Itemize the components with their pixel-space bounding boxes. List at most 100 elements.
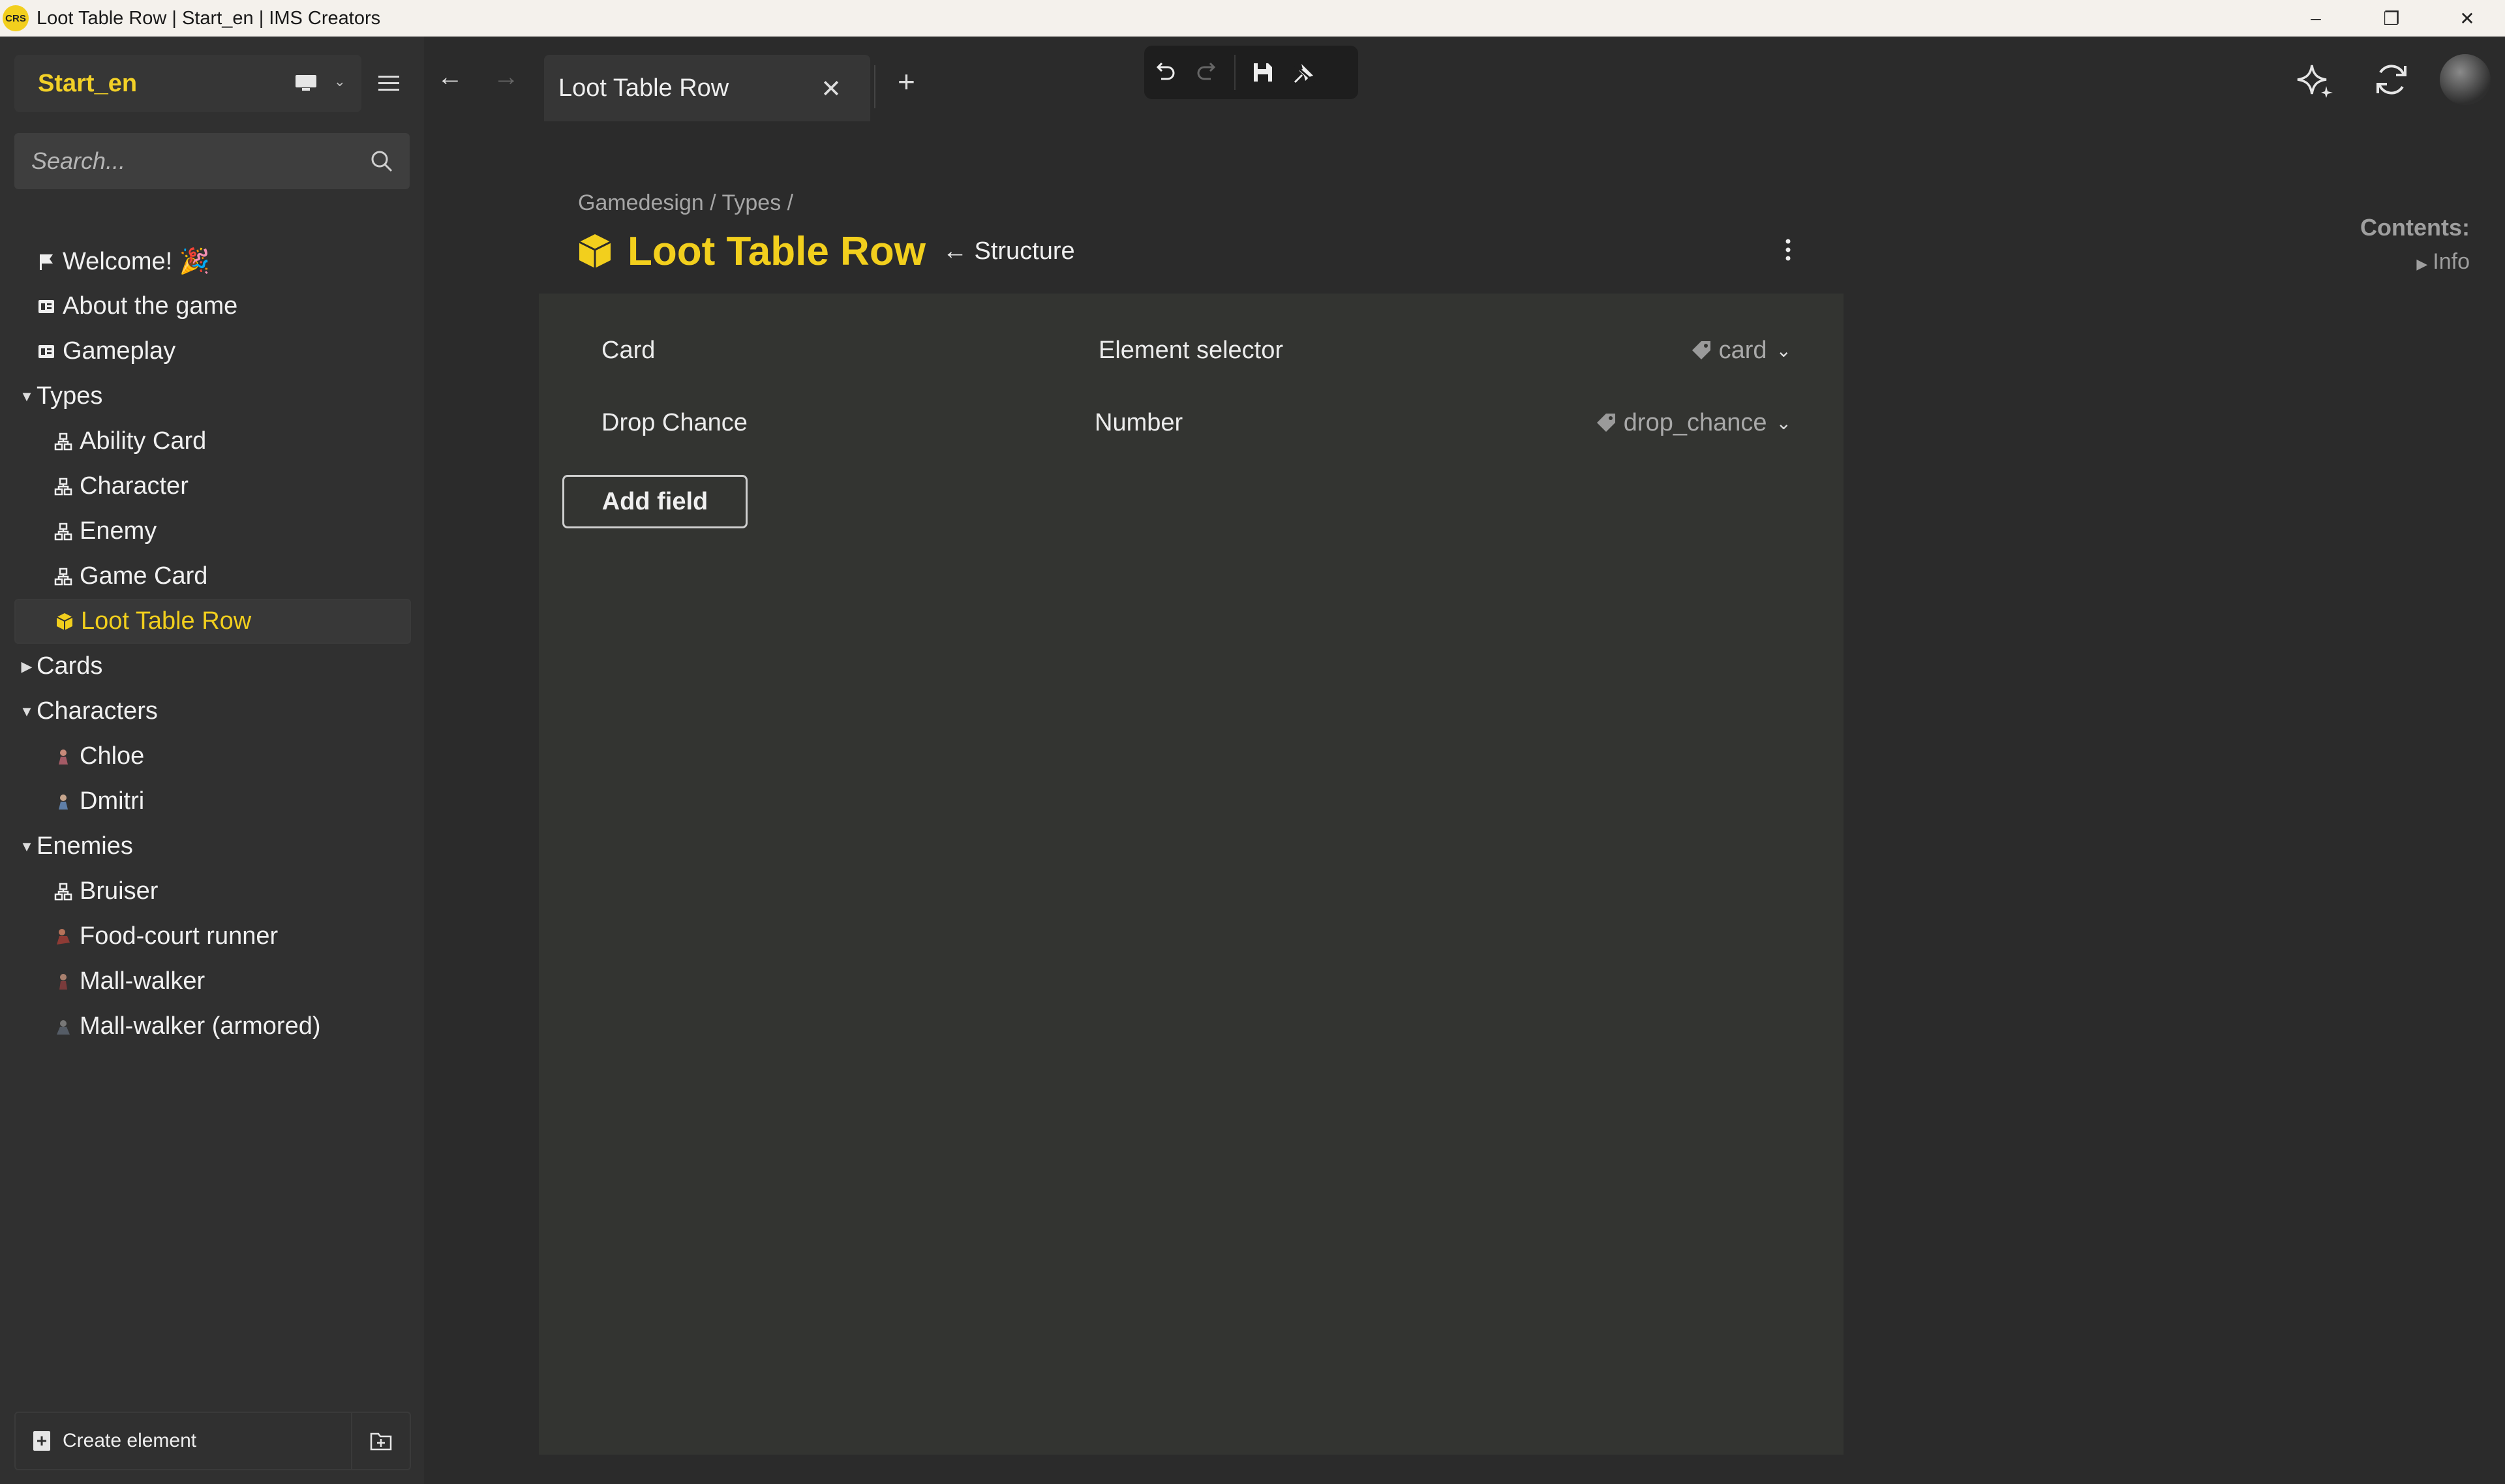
- monitor-icon[interactable]: [295, 74, 317, 91]
- restore-button[interactable]: ❐: [2354, 0, 2429, 37]
- pin-button[interactable]: [1284, 46, 1326, 99]
- close-tab-icon[interactable]: ✕: [821, 74, 842, 104]
- tree-item-dmitri[interactable]: Dmitri: [14, 779, 411, 824]
- back-arrow-icon[interactable]: ←: [437, 63, 463, 92]
- flag-icon: [40, 254, 53, 270]
- add-folder-icon: [370, 1432, 392, 1451]
- contents-outline: Contents: ▶ Info: [2360, 214, 2470, 275]
- close-window-button[interactable]: ✕: [2429, 0, 2505, 37]
- tree-item-ability-card[interactable]: Ability Card: [14, 419, 411, 464]
- tree-item-gameplay[interactable]: Gameplay: [14, 329, 411, 374]
- contents-item-label: Info: [2433, 249, 2470, 274]
- pin-off-icon: [1294, 64, 1315, 83]
- sparkle-icon: [2297, 65, 2333, 98]
- chevron-down-icon[interactable]: ⌄: [334, 73, 346, 90]
- tree-item-label: Types: [37, 382, 103, 410]
- user-menu-button[interactable]: [2429, 52, 2505, 107]
- hamburger-menu-icon[interactable]: [376, 70, 402, 97]
- tree-item-label: Gameplay: [63, 337, 176, 365]
- tree-item-label: Mall-walker: [80, 967, 205, 995]
- tree-item-mall-walker-armored[interactable]: Mall-walker (armored): [14, 1004, 411, 1049]
- sidebar: Start_en ⌄ Welcome! 🎉 About the game Gam…: [0, 37, 424, 1484]
- tree-item-label: About the game: [63, 292, 238, 320]
- tree-item-welcome[interactable]: Welcome! 🎉: [14, 239, 411, 284]
- breadcrumb[interactable]: Gamedesign / Types /: [578, 190, 793, 216]
- field-row[interactable]: Card Element selector card ⌄: [539, 321, 1844, 380]
- field-key: drop_chance: [1623, 408, 1767, 436]
- contents-item-info[interactable]: ▶ Info: [2360, 249, 2470, 275]
- tree-folder-enemies[interactable]: ▼ Enemies: [14, 824, 411, 869]
- structure-link[interactable]: ← Structure: [943, 237, 1075, 265]
- sidebar-footer: Create element: [14, 1412, 411, 1470]
- tree-item-chloe[interactable]: Chloe: [14, 734, 411, 779]
- create-folder-button[interactable]: [352, 1431, 410, 1451]
- chevron-down-icon[interactable]: ⌄: [1776, 412, 1791, 434]
- character-icon: [59, 749, 68, 765]
- field-key-dropdown[interactable]: card ⌄: [1690, 337, 1791, 365]
- field-key-dropdown[interactable]: drop_chance ⌄: [1595, 409, 1791, 437]
- tree-item-game-card[interactable]: Game Card: [14, 554, 411, 599]
- tree-item-label: Enemies: [37, 832, 133, 860]
- create-element-button[interactable]: Create element: [16, 1413, 352, 1469]
- top-bar: ← → Loot Table Row ✕ +: [424, 37, 2505, 121]
- caret-right-icon: ▶: [2416, 256, 2428, 272]
- caret-down-icon[interactable]: ▼: [17, 388, 37, 405]
- sync-button[interactable]: [2354, 52, 2429, 107]
- field-type[interactable]: Element selector: [1099, 337, 1283, 365]
- project-selector[interactable]: Start_en ⌄: [14, 55, 361, 112]
- project-name: Start_en: [38, 69, 138, 97]
- redo-icon: [1197, 62, 1216, 80]
- tree-item-label: Bruiser: [80, 877, 159, 905]
- field-name[interactable]: Drop Chance: [601, 409, 748, 437]
- add-field-button[interactable]: Add field: [562, 475, 748, 528]
- tree-item-character[interactable]: Character: [14, 464, 411, 509]
- page-title: Loot Table Row: [628, 228, 926, 274]
- field-name[interactable]: Card: [601, 337, 655, 365]
- tree-item-food-court-runner[interactable]: Food-court runner: [14, 914, 411, 959]
- undo-button[interactable]: [1144, 46, 1186, 99]
- tree-folder-cards[interactable]: ▶ Cards: [14, 644, 411, 689]
- tree-item-bruiser[interactable]: Bruiser: [14, 869, 411, 914]
- save-button[interactable]: [1242, 46, 1284, 99]
- window-controls: – ❐ ✕: [2278, 0, 2505, 37]
- tree-folder-types[interactable]: ▼ Types: [14, 374, 411, 419]
- tree-item-loot-table-row[interactable]: Loot Table Row: [14, 599, 411, 644]
- tag-icon: [1596, 414, 1615, 432]
- tab-divider: [874, 65, 875, 108]
- create-element-label: Create element: [63, 1430, 197, 1451]
- minimize-button[interactable]: –: [2278, 0, 2354, 37]
- character-icon: [57, 1020, 70, 1035]
- window-titlebar: CRS Loot Table Row | Start_en | IMS Crea…: [0, 0, 2505, 37]
- tab-loot-table-row[interactable]: Loot Table Row ✕: [544, 55, 870, 121]
- search-input[interactable]: [14, 133, 410, 189]
- tree-folder-characters[interactable]: ▼ Characters: [14, 689, 411, 734]
- tree-item-mall-walker[interactable]: Mall-walker: [14, 959, 411, 1004]
- type-icon: [54, 477, 72, 495]
- forward-arrow-icon[interactable]: →: [493, 63, 519, 92]
- edit-toolbar: [1144, 46, 1358, 99]
- caret-down-icon[interactable]: ▼: [17, 838, 37, 855]
- type-icon: [54, 883, 72, 900]
- save-icon: [1254, 63, 1272, 82]
- tree-item-enemy[interactable]: Enemy: [14, 509, 411, 554]
- more-options-icon[interactable]: [1778, 234, 1798, 266]
- tree-item-label: Ability Card: [80, 427, 207, 455]
- redo-button[interactable]: [1186, 46, 1228, 99]
- tree-item-label: Cards: [37, 652, 103, 680]
- avatar[interactable]: [2440, 54, 2491, 105]
- search-icon[interactable]: [369, 149, 394, 174]
- field-row[interactable]: Drop Chance Number drop_chance ⌄: [539, 393, 1844, 452]
- type-icon: [54, 522, 72, 540]
- tree-item-label: Character: [80, 472, 189, 500]
- character-icon: [59, 973, 67, 990]
- tree-item-about-the-game[interactable]: About the game: [14, 284, 411, 329]
- new-tab-button[interactable]: +: [898, 64, 915, 99]
- chevron-down-icon[interactable]: ⌄: [1776, 340, 1791, 361]
- tree-item-label: Mall-walker (armored): [80, 1012, 321, 1040]
- field-type[interactable]: Number: [1095, 409, 1183, 437]
- ai-assistant-button[interactable]: [2278, 52, 2354, 107]
- caret-right-icon[interactable]: ▶: [17, 658, 37, 675]
- caret-down-icon[interactable]: ▼: [17, 703, 37, 720]
- window-title: Loot Table Row | Start_en | IMS Creators: [37, 7, 381, 29]
- refresh-icon: [2376, 65, 2406, 95]
